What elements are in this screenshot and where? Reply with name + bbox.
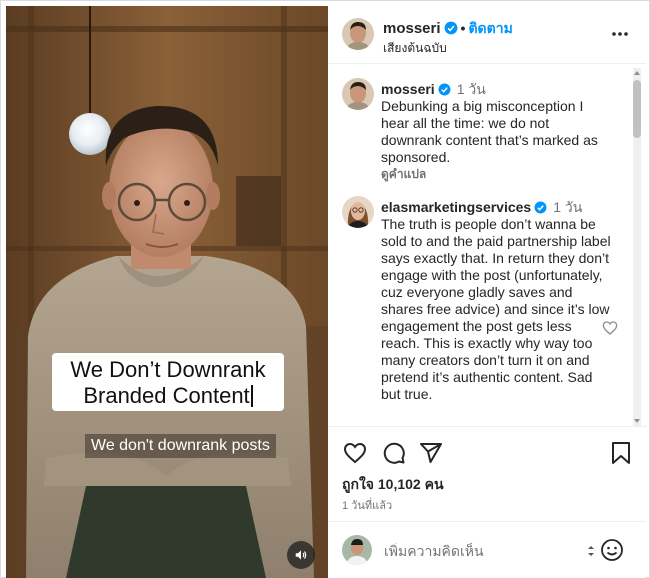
caption-username[interactable]: mosseri bbox=[381, 81, 435, 97]
more-icon[interactable] bbox=[610, 26, 630, 42]
post-dialog: We Don’t Downrank Branded Content We don… bbox=[0, 0, 650, 578]
like-comment-heart-icon[interactable] bbox=[602, 320, 618, 336]
post-side-panel: mosseri • ติดตาม เสียงต้นฉบับ mosseri 1 … bbox=[328, 6, 646, 578]
scroll-down-icon[interactable] bbox=[633, 417, 641, 425]
verified-icon bbox=[444, 21, 457, 35]
heart-icon[interactable] bbox=[343, 441, 367, 465]
header-separator: • bbox=[460, 20, 466, 36]
comment-icon[interactable] bbox=[382, 441, 406, 465]
comment-text: The truth is people don’t wanna be sold … bbox=[381, 216, 611, 402]
see-translation-link[interactable]: ดูคำแปล bbox=[381, 165, 426, 184]
caption-time[interactable]: 1 วัน bbox=[457, 81, 486, 97]
post-header: mosseri • ติดตาม เสียงต้นฉบับ bbox=[328, 6, 646, 64]
bookmark-icon[interactable] bbox=[610, 441, 632, 465]
caption-author-avatar[interactable] bbox=[342, 78, 374, 110]
mute-icon bbox=[295, 550, 307, 560]
caption-title-line-1: We Don’t Downrank bbox=[70, 357, 266, 382]
text-cursor bbox=[250, 385, 253, 407]
add-comment-input[interactable] bbox=[384, 543, 574, 559]
mute-button[interactable] bbox=[287, 541, 315, 569]
original-audio-link[interactable]: เสียงต้นฉบับ bbox=[383, 39, 447, 58]
caption-text: Debunking a big misconception I hear all… bbox=[381, 98, 598, 165]
video-frame bbox=[6, 6, 328, 578]
verified-icon bbox=[438, 83, 451, 96]
scroll-up-icon[interactable] bbox=[633, 69, 641, 77]
post-time-ago[interactable]: 1 วันที่แล้ว bbox=[342, 496, 392, 514]
author-username-row: mosseri • ติดตาม bbox=[383, 18, 513, 40]
likes-count[interactable]: ถูกใจ 10,102 คน bbox=[342, 474, 444, 496]
commenter-username[interactable]: elasmarketingservices bbox=[381, 199, 531, 215]
follow-button[interactable]: ติดตาม bbox=[468, 20, 512, 36]
video-caption-title: We Don’t Downrank Branded Content bbox=[52, 353, 284, 411]
emoji-icon[interactable] bbox=[600, 538, 624, 562]
commenter-avatar[interactable] bbox=[342, 196, 374, 228]
comments-section[interactable]: mosseri 1 วัน Debunking a big misconcepti… bbox=[328, 64, 646, 426]
comments-scrollbar[interactable] bbox=[633, 68, 641, 426]
author-avatar[interactable] bbox=[342, 18, 374, 50]
comment-time[interactable]: 1 วัน bbox=[553, 199, 582, 215]
video-subtitle: We don't downrank posts bbox=[85, 434, 276, 458]
author-username[interactable]: mosseri bbox=[383, 20, 441, 37]
current-user-avatar bbox=[342, 535, 372, 565]
share-icon[interactable] bbox=[419, 441, 443, 465]
scrollbar-thumb[interactable] bbox=[633, 80, 641, 138]
caption-title-line-2: Branded Content bbox=[83, 383, 250, 408]
add-comment-bar bbox=[328, 521, 646, 578]
post-actions: ถูกใจ 10,102 คน 1 วันที่แล้ว bbox=[328, 426, 646, 521]
verified-icon bbox=[534, 201, 547, 214]
spinner-arrows-icon[interactable] bbox=[586, 544, 596, 558]
video-player[interactable]: We Don’t Downrank Branded Content We don… bbox=[6, 6, 328, 578]
